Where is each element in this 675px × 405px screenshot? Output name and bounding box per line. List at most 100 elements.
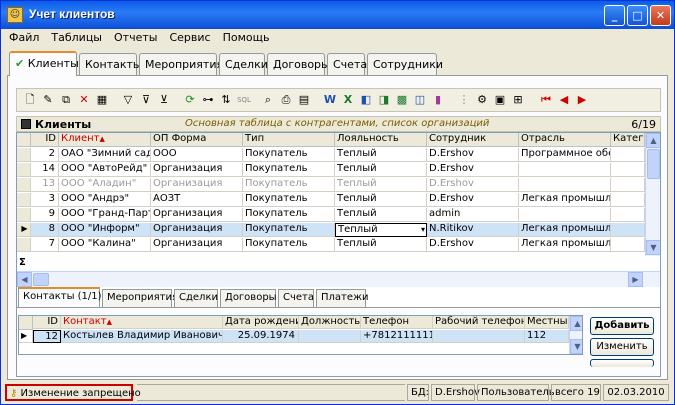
row-category[interactable] [611, 238, 645, 252]
row-loyalty[interactable]: Теплый [335, 178, 427, 192]
contacts-scroll-down-icon[interactable]: ▼ [570, 339, 582, 354]
close-button[interactable]: ✕ [650, 5, 671, 26]
row-form[interactable]: Организация [151, 223, 243, 237]
row-id[interactable]: 2 [31, 148, 59, 162]
row-id[interactable]: 7 [31, 238, 59, 252]
tab-deals[interactable]: Сделки [219, 53, 268, 75]
loyalty-dropdown[interactable]: Теплый ▾ [335, 223, 427, 237]
row-loyalty[interactable]: Теплый [335, 208, 427, 222]
hscroll-thumb[interactable] [33, 273, 49, 286]
row-industry[interactable] [519, 208, 611, 222]
row-indicator[interactable] [17, 178, 31, 192]
tree-icon[interactable]: ⊶ [201, 93, 215, 107]
row-type[interactable]: Покупатель [243, 148, 335, 162]
contacts-vertical-scrollbar[interactable]: ▲ ▼ [569, 316, 582, 354]
row-indicator[interactable] [17, 193, 31, 207]
contact-work-phone[interactable] [433, 330, 525, 343]
row-form[interactable]: ООО [151, 148, 243, 162]
next-record-icon[interactable]: ▶ [575, 93, 589, 107]
row-id[interactable]: 8 [31, 223, 59, 237]
col-client[interactable]: Клиент▲ [59, 133, 151, 147]
clear-all-filters-icon[interactable]: ⊻ [157, 93, 171, 107]
row-loyalty[interactable]: Теплый [335, 238, 427, 252]
row-client[interactable]: ООО "АвтоРейд" [59, 163, 151, 177]
row-employee[interactable]: D.Ershov [427, 193, 519, 207]
row-industry[interactable]: Легкая промышлен [519, 238, 611, 252]
row-client[interactable]: ООО "Аладин" [59, 178, 151, 192]
tab-employees[interactable]: Сотрудники [367, 53, 443, 75]
row-category[interactable] [611, 178, 645, 192]
menu-service[interactable]: Сервис [163, 29, 216, 44]
scroll-down-icon[interactable]: ▼ [646, 240, 660, 255]
row-id[interactable]: 13 [31, 178, 59, 192]
first-record-icon[interactable]: ⏮ [539, 93, 553, 107]
row-id[interactable]: 14 [31, 163, 59, 177]
row-industry[interactable] [519, 163, 611, 177]
row-client[interactable]: ООО "Андрэ" [59, 193, 151, 207]
maximize-button[interactable]: □ [627, 5, 648, 26]
title-bar[interactable]: ☺ Учет клиентов _ □ ✕ [1, 1, 674, 29]
contact-position[interactable] [299, 330, 361, 343]
tab-contacts[interactable]: Контакты [79, 53, 142, 75]
row-form[interactable]: Организация [151, 163, 243, 177]
col-employee[interactable]: Сотрудник [427, 133, 519, 147]
row-employee[interactable]: admin [427, 208, 519, 222]
scroll-left-icon[interactable]: ◀ [17, 272, 32, 287]
row-employee[interactable]: D.Ershov [427, 238, 519, 252]
row-employee[interactable]: D.Ershov [427, 178, 519, 192]
tab-contracts-detail[interactable]: Договоры [220, 289, 277, 307]
sql-icon[interactable]: SQL [237, 93, 251, 107]
scroll-right-icon[interactable]: ▶ [628, 272, 643, 287]
row-category[interactable] [611, 163, 645, 177]
col-type[interactable]: Тип [243, 133, 335, 147]
form-icon[interactable]: ⊞ [511, 93, 525, 107]
row-industry[interactable]: Легкая промышлен [519, 223, 611, 237]
layout-icon[interactable]: ▣ [493, 93, 507, 107]
contact-col-work-phone[interactable]: Рабочий телефон [433, 316, 525, 329]
excel-export-icon[interactable]: X [341, 93, 355, 107]
word-export-icon[interactable]: W [323, 93, 337, 107]
row-indicator[interactable] [17, 163, 31, 177]
word-report-icon[interactable]: ◧ [359, 93, 373, 107]
tab-deals-detail[interactable]: Сделки [174, 289, 218, 307]
contact-phone[interactable]: +78121111111 [361, 330, 433, 343]
tab-events[interactable]: Мероприятия [139, 53, 223, 75]
menu-help[interactable]: Помощь [217, 29, 276, 44]
contact-id[interactable]: 12 [33, 330, 61, 343]
row-form[interactable]: Организация [151, 178, 243, 192]
contact-local[interactable]: 112 [525, 330, 569, 343]
new-record-icon[interactable]: 🗋 [23, 93, 37, 107]
find-icon[interactable]: ⌕ [261, 93, 275, 107]
row-category[interactable] [611, 223, 645, 237]
col-loyalty[interactable]: Лояльность [335, 133, 427, 147]
row-loyalty[interactable]: Теплый [335, 148, 427, 162]
dropdown-arrow-icon[interactable]: ▾ [421, 224, 425, 236]
tab-contracts[interactable]: Договоры [267, 53, 330, 75]
row-category[interactable] [611, 148, 645, 162]
row-type[interactable]: Покупатель [243, 223, 335, 237]
contact-col-birth[interactable]: Дата рождения [223, 316, 299, 329]
tab-contacts-detail[interactable]: Контакты (1/1) [18, 287, 102, 307]
grid-icon[interactable]: ▦ [95, 93, 109, 107]
row-type[interactable]: Покупатель [243, 238, 335, 252]
row-employee[interactable]: D.Ershov [427, 163, 519, 177]
contacts-grid[interactable]: ID Контакт▲ Дата рождения Должность Теле… [18, 315, 583, 355]
contact-col-position[interactable]: Должность [299, 316, 361, 329]
copy-icon[interactable]: ⧉ [59, 93, 73, 107]
row-employee[interactable]: N.Ritikov [427, 223, 519, 237]
row-client[interactable]: ОАО "Зимний сад" [59, 148, 151, 162]
delete-icon[interactable]: ✕ [77, 93, 91, 107]
scroll-thumb[interactable] [647, 149, 660, 179]
row-form[interactable]: АОЗТ [151, 193, 243, 207]
row-id[interactable]: 9 [31, 208, 59, 222]
contact-name[interactable]: Костылев Владимир Иванович [61, 330, 223, 343]
tab-clients[interactable]: ✔ Клиенты [9, 51, 79, 76]
columns-icon[interactable]: ⋮ [457, 93, 471, 107]
row-type[interactable]: Покупатель [243, 178, 335, 192]
excel-report-icon[interactable]: ◨ [377, 93, 391, 107]
minimize-button[interactable]: _ [604, 5, 625, 26]
contact-col-phone[interactable]: Телефон [361, 316, 433, 329]
row-client[interactable]: ООО "Информ" [59, 223, 151, 237]
add-button[interactable]: Добавить [590, 317, 654, 335]
row-form[interactable]: Организация [151, 238, 243, 252]
